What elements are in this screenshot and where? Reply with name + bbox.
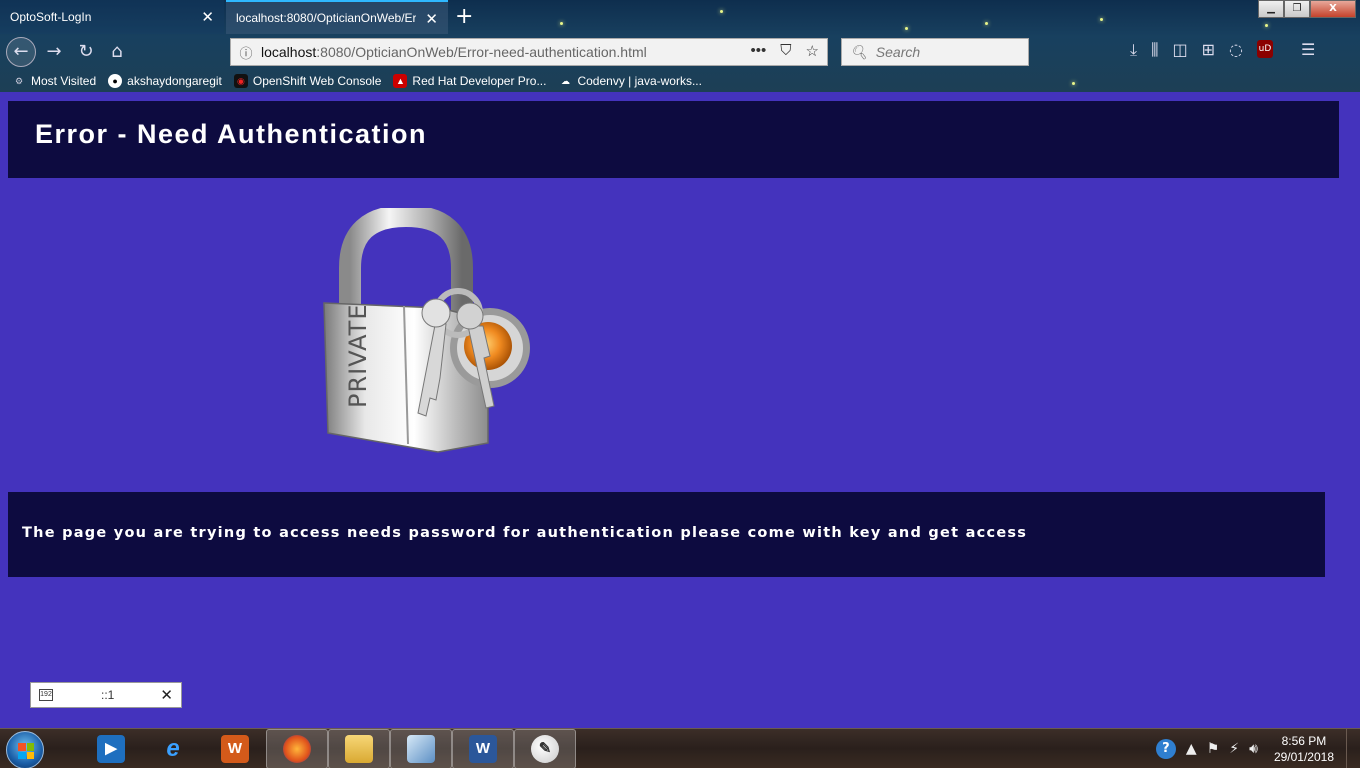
restore-button[interactable]: ❐ xyxy=(1284,0,1310,18)
word-icon: W xyxy=(469,735,497,763)
bookmark-label: akshaydongaregit xyxy=(127,74,222,88)
taskbar-wps-writer[interactable]: W xyxy=(204,729,266,768)
github-icon: ● xyxy=(108,74,123,88)
clock[interactable]: 8:56 PM 29/01/2018 xyxy=(1274,733,1334,765)
ublock-icon[interactable]: uD xyxy=(1256,40,1273,58)
search-input[interactable]: 🔍︎ Search xyxy=(841,38,1029,66)
tab-error-page[interactable]: localhost:8080/OpticianOnWeb/Err ✕ xyxy=(226,0,448,34)
ime-popup: 192 ::1 ✕ xyxy=(30,682,182,708)
containers-icon[interactable]: ⊞ xyxy=(1202,40,1215,60)
windows-logo-icon xyxy=(18,743,34,759)
bookmark-label: OpenShift Web Console xyxy=(252,74,382,88)
volume-icon[interactable]: 🔊︎ xyxy=(1249,741,1258,757)
padlock-illustration: PRIVATE xyxy=(318,204,538,458)
bookmarks-toolbar: ⚙ Most Visited ● akshaydongaregit ◉ Open… xyxy=(0,70,1360,92)
taskbar: ▶ e W W ✎ ? ▲ ⚑ ⚡ 🔊︎ 8:56 PM 29/01/2018 xyxy=(0,728,1360,768)
navigation-bar: ← → ↻ ⌂ ⓘ localhost:8080/OpticianOnWeb/E… xyxy=(0,34,1360,70)
bookmark-star-icon[interactable]: ☆ xyxy=(806,42,819,60)
bookmark-codenvy[interactable]: ☁ Codenvy | java-works... xyxy=(558,74,702,88)
system-tray: ? ▲ ⚑ ⚡ 🔊︎ 8:56 PM 29/01/2018 xyxy=(1155,729,1360,768)
help-icon[interactable]: ? xyxy=(1155,739,1176,759)
lightbulb-icon[interactable]: ◌ xyxy=(1229,40,1243,60)
forward-button[interactable]: → xyxy=(40,38,68,66)
bookmark-github[interactable]: ● akshaydongaregit xyxy=(108,74,222,88)
show-hidden-icons-icon[interactable]: ▲ xyxy=(1186,741,1197,757)
firefox-icon xyxy=(283,735,311,763)
pocket-icon[interactable]: ⛉ xyxy=(780,42,791,60)
reload-button[interactable]: ↻ xyxy=(72,38,100,66)
close-tab-icon[interactable]: ✕ xyxy=(201,8,214,26)
window-controls: ▁ ❐ X xyxy=(1258,0,1356,18)
gear-icon: ⚙ xyxy=(14,76,24,86)
page-actions-icon[interactable]: ••• xyxy=(751,42,767,60)
clock-time: 8:56 PM xyxy=(1281,734,1327,748)
redhat-icon: ▲ xyxy=(393,74,408,88)
new-tab-button[interactable]: + xyxy=(455,4,473,29)
padlock-icon: PRIVATE xyxy=(323,204,530,453)
taskbar-paint[interactable]: ✎ xyxy=(514,729,576,768)
bookmark-label: Red Hat Developer Pro... xyxy=(412,74,547,88)
taskbar-file-explorer[interactable] xyxy=(328,729,390,768)
writer-icon: W xyxy=(221,735,249,763)
bookmark-label: Codenvy | java-works... xyxy=(577,74,702,88)
virtualbox-icon xyxy=(407,735,435,763)
bookmark-redhat[interactable]: ▲ Red Hat Developer Pro... xyxy=(393,74,546,88)
ime-text: ::1 xyxy=(101,688,115,702)
search-placeholder: Search xyxy=(875,44,921,60)
media-player-icon: ▶ xyxy=(97,735,125,763)
openshift-icon: ◉ xyxy=(233,74,248,88)
bookmark-most-visited[interactable]: ⚙ Most Visited xyxy=(12,74,96,88)
search-icon: 🔍︎ xyxy=(850,43,868,60)
clock-date: 29/01/2018 xyxy=(1273,750,1334,764)
tab-label: OptoSoft-LogIn xyxy=(10,10,92,24)
error-message: The page you are trying to access needs … xyxy=(22,525,1028,541)
page-header: Error - Need Authentication xyxy=(8,101,1339,178)
menu-icon[interactable]: ☰ xyxy=(1301,40,1315,60)
lock-label: PRIVATE xyxy=(344,304,372,409)
page-title: Error - Need Authentication xyxy=(35,119,428,149)
bookmark-openshift[interactable]: ◉ OpenShift Web Console xyxy=(233,74,382,88)
taskbar-apps: ▶ e W W ✎ xyxy=(80,729,576,768)
tab-strip: OptoSoft-LogIn ✕ localhost:8080/Optician… xyxy=(0,0,1360,34)
network-icon: 192 xyxy=(39,689,53,701)
url-bar[interactable]: ⓘ localhost:8080/OpticianOnWeb/Error-nee… xyxy=(230,38,828,66)
taskbar-word[interactable]: W xyxy=(452,729,514,768)
bookmark-label: Most Visited xyxy=(31,74,97,88)
sidebar-icon[interactable]: ◫ xyxy=(1172,40,1187,60)
browser-chrome: OptoSoft-LogIn ✕ localhost:8080/Optician… xyxy=(0,0,1360,92)
paint-icon: ✎ xyxy=(531,735,559,763)
tab-label: localhost:8080/OpticianOnWeb/Err xyxy=(236,11,416,25)
url-host: localhost xyxy=(261,44,317,60)
close-window-button[interactable]: X xyxy=(1310,0,1356,18)
close-icon[interactable]: ✕ xyxy=(160,686,173,704)
taskbar-virtualbox[interactable] xyxy=(390,729,452,768)
minimize-button[interactable]: ▁ xyxy=(1258,0,1284,18)
back-button[interactable]: ← xyxy=(6,37,36,67)
info-icon[interactable]: ⓘ xyxy=(231,43,261,62)
downloads-icon[interactable]: ⤓ xyxy=(1130,40,1137,60)
taskbar-firefox[interactable] xyxy=(266,729,328,768)
show-desktop-button[interactable] xyxy=(1346,729,1360,768)
url-actions: ••• ⛉ ☆ xyxy=(751,42,819,60)
taskbar-internet-explorer[interactable]: e xyxy=(142,729,204,768)
start-button[interactable] xyxy=(6,731,44,768)
library-icon[interactable]: ⫼ xyxy=(1151,40,1158,60)
message-banner: The page you are trying to access needs … xyxy=(8,492,1325,577)
tab-optosoft-login[interactable]: OptoSoft-LogIn ✕ xyxy=(0,0,224,34)
action-center-icon[interactable]: ⚑ xyxy=(1207,741,1220,757)
cloud-icon: ☁ xyxy=(560,76,570,86)
power-icon[interactable]: ⚡ xyxy=(1229,741,1239,757)
close-tab-icon[interactable]: ✕ xyxy=(425,10,438,28)
folder-icon xyxy=(345,735,373,763)
toolbar-icons: ⤓ ⫼ ◫ ⊞ ◌ uD ☰ xyxy=(1130,40,1315,60)
internet-explorer-icon: e xyxy=(166,735,180,762)
url-path: :8080/OpticianOnWeb/Error-need-authentic… xyxy=(316,44,647,60)
home-button[interactable]: ⌂ xyxy=(103,38,131,66)
taskbar-media-player[interactable]: ▶ xyxy=(80,729,142,768)
